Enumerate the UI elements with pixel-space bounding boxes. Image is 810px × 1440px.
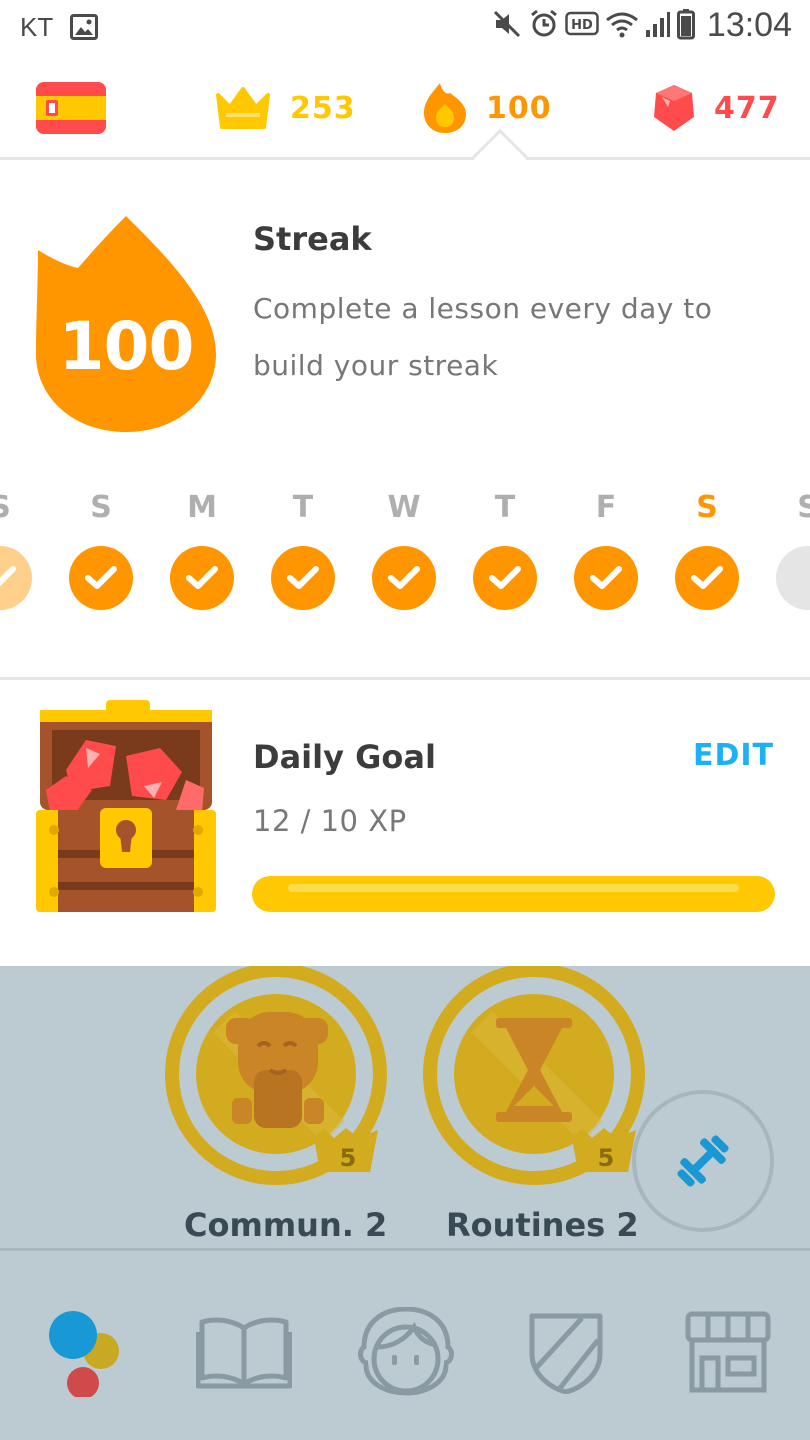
- home-dots-icon: [49, 1311, 119, 1397]
- checkmark-icon: [0, 566, 16, 587]
- nav-profile[interactable]: [356, 1307, 456, 1397]
- day-pending-badge: [776, 546, 810, 610]
- day-completed-badge: [675, 546, 739, 610]
- edit-goal-button[interactable]: EDIT: [693, 738, 774, 773]
- day-label: S: [776, 490, 810, 525]
- bust-icon: 5: [165, 966, 387, 1185]
- flame-icon: [424, 83, 466, 133]
- shield-icon: [529, 1313, 603, 1394]
- day-label: M: [187, 490, 217, 525]
- hd-icon: HD: [565, 11, 599, 41]
- day-label: W: [387, 490, 421, 525]
- signal-icon: [645, 10, 671, 42]
- skill-routines-label: Routines 2: [446, 1206, 639, 1244]
- nav-leaderboard[interactable]: [516, 1307, 616, 1397]
- carrier-label: KT: [20, 12, 54, 42]
- stats-bar: 253 100 477: [0, 56, 810, 160]
- treasure-chest-icon: [36, 700, 216, 912]
- day-completed-badge: [473, 546, 537, 610]
- streak-panel: 100 Streak Complete a lesson every day t…: [0, 160, 810, 680]
- streak-counter[interactable]: 100: [422, 80, 552, 136]
- language-flag-button[interactable]: [36, 82, 106, 134]
- skill-commun-2[interactable]: 5: [164, 966, 388, 1192]
- dumbbell-icon: [677, 1135, 729, 1187]
- checkmark-icon: [85, 566, 117, 589]
- practice-button[interactable]: [632, 1090, 774, 1232]
- daily-goal-title: Daily Goal: [253, 738, 436, 776]
- day-completed-badge: [372, 546, 436, 610]
- daily-goal-panel: Daily Goal EDIT 12 / 10 XP: [0, 680, 810, 966]
- wifi-icon: [605, 10, 639, 42]
- checkmark-icon: [691, 566, 723, 589]
- gems-counter[interactable]: 477: [652, 80, 780, 136]
- hourglass-icon: 5: [423, 966, 645, 1185]
- day-completed-badge: [574, 546, 638, 610]
- spain-flag-icon: [36, 82, 106, 134]
- streak-big-number: 100: [58, 308, 195, 385]
- image-notification-icon: [70, 14, 98, 44]
- streak-count: 100: [486, 90, 552, 126]
- day-label: T: [494, 490, 516, 525]
- day-completed-badge: [0, 546, 32, 610]
- clock-time: 13:04: [706, 6, 792, 44]
- daily-goal-progress-bar: [252, 876, 775, 912]
- day-label: T: [292, 490, 314, 525]
- crowns-count: 253: [290, 90, 356, 126]
- day-completed-badge: [271, 546, 335, 610]
- skill-tree-area: 5 Commun. 2 5 Routines 2: [0, 966, 810, 1248]
- day-label: S: [696, 490, 718, 525]
- streak-description: Complete a lesson every day to build you…: [253, 292, 713, 382]
- bottom-navigation: [0, 1248, 810, 1440]
- crown-icon: [216, 87, 270, 129]
- status-bar: KT HD 13:04: [0, 0, 810, 56]
- skill-commun-level: 5: [340, 1144, 357, 1172]
- skill-commun-label: Commun. 2: [184, 1206, 388, 1244]
- day-completed-badge: [170, 546, 234, 610]
- checkmark-icon: [287, 566, 319, 589]
- nav-home[interactable]: [34, 1307, 134, 1397]
- shop-icon: [685, 1311, 771, 1393]
- streak-title: Streak: [253, 220, 372, 258]
- day-label: S: [90, 490, 112, 525]
- checkmark-icon: [489, 566, 521, 589]
- checkmark-icon: [388, 566, 420, 589]
- checkmark-icon: [590, 566, 622, 589]
- svg-text:HD: HD: [571, 18, 593, 33]
- mute-icon: [493, 10, 523, 42]
- progress-fill: [252, 876, 775, 912]
- crowns-counter[interactable]: 253: [214, 80, 356, 136]
- alarm-icon: [529, 9, 559, 43]
- skill-routines-2[interactable]: 5: [422, 966, 646, 1192]
- gem-icon: [654, 85, 694, 131]
- day-completed-badge: [69, 546, 133, 610]
- daily-goal-xp: 12 / 10 XP: [253, 804, 407, 838]
- checkmark-icon: [186, 566, 218, 589]
- avatar-icon: [358, 1307, 454, 1396]
- nav-shop[interactable]: [678, 1307, 778, 1397]
- day-label: F: [595, 490, 617, 525]
- skill-routines-level: 5: [598, 1144, 615, 1172]
- gems-count: 477: [714, 90, 780, 126]
- nav-stories[interactable]: [194, 1307, 294, 1397]
- battery-icon: [676, 8, 695, 44]
- day-label: S: [0, 490, 32, 525]
- book-icon: [196, 1317, 292, 1389]
